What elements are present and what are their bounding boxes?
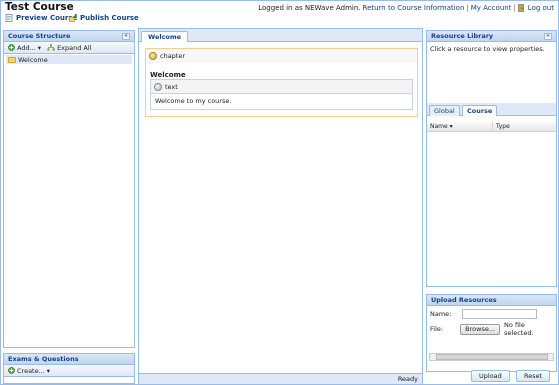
resource-properties-message: Click a resource to view properties.: [430, 45, 545, 53]
horizontal-scrollbar[interactable]: [429, 353, 554, 361]
exams-questions-title: Exams & Questions: [8, 355, 79, 363]
course-tree: Welcome: [4, 54, 134, 65]
text-type-label: text: [165, 82, 178, 91]
chapter-title: Welcome: [150, 71, 186, 79]
resource-tab-strip: Global Course: [427, 103, 556, 116]
file-row: File: Browse... No file selected.: [427, 320, 556, 338]
chapter-header: chapter: [146, 49, 417, 63]
resource-library-title: Resource Library: [431, 32, 494, 40]
folder-icon: [8, 56, 16, 63]
preview-course-button[interactable]: Preview Course: [5, 14, 77, 22]
editor-panel: Welcome chapter Welcome text Welcome to …: [138, 28, 423, 385]
exams-toolbar: Create... ▾: [4, 365, 134, 377]
text-icon: [154, 82, 162, 91]
exams-questions-header: Exams & Questions: [4, 354, 134, 365]
logout-icon: [517, 4, 524, 12]
app-header: Test Course Preview Course Publish Cours…: [1, 1, 558, 27]
status-text: Ready: [397, 375, 418, 383]
dropdown-arrow-icon: ▾: [37, 43, 42, 52]
course-structure-title: Course Structure: [8, 32, 71, 40]
create-button[interactable]: Create... ▾: [8, 367, 50, 375]
type-column-header[interactable]: Type: [493, 122, 513, 131]
tree-item-label: Welcome: [18, 55, 48, 64]
collapse-right-button[interactable]: »: [544, 32, 552, 40]
course-structure-header: Course Structure «: [4, 31, 134, 42]
user-bar: Logged in as NEWave Admin. Return to Cou…: [258, 4, 554, 12]
preview-icon: [5, 14, 13, 22]
collapse-left-button[interactable]: «: [122, 32, 130, 40]
create-label: Create...: [17, 366, 45, 375]
logged-in-text: Logged in as NEWave Admin.: [258, 4, 361, 12]
tab-course[interactable]: Course: [461, 105, 498, 116]
exams-questions-panel: Exams & Questions Create... ▾: [3, 353, 135, 384]
logout-link[interactable]: Log out: [528, 4, 554, 12]
publish-course-button[interactable]: Publish Course: [69, 14, 139, 22]
text-block-body: Welcome to my course.: [155, 97, 232, 105]
publish-course-label: Publish Course: [80, 14, 139, 22]
file-label: File:: [430, 325, 444, 333]
editor-tab-strip: Welcome: [139, 29, 422, 42]
my-account-link[interactable]: My Account: [471, 4, 512, 12]
upload-resources-header: Upload Resources: [427, 295, 556, 306]
add-button[interactable]: Add... ▾: [8, 44, 41, 52]
name-row: Name:: [427, 308, 556, 320]
course-structure-panel: Course Structure « Add... ▾ Expand All W…: [3, 30, 135, 348]
resource-library-header: Resource Library »: [427, 31, 556, 42]
publish-icon: [69, 14, 77, 22]
create-icon: [8, 367, 15, 374]
upload-button[interactable]: Upload: [471, 370, 510, 382]
upload-resources-title: Upload Resources: [431, 296, 497, 304]
return-to-course-info-link[interactable]: Return to Course Information: [363, 4, 465, 12]
chapter-icon: [149, 52, 157, 60]
status-bar: Ready: [139, 373, 422, 384]
tab-global[interactable]: Global: [429, 105, 460, 116]
course-structure-toolbar: Add... ▾ Expand All: [4, 42, 134, 54]
name-column-header[interactable]: Name ▾: [427, 122, 493, 131]
expand-tree-icon: [47, 44, 55, 51]
add-label: Add...: [17, 43, 36, 52]
resource-library-panel: Resource Library » Click a resource to v…: [426, 30, 557, 287]
upload-resources-panel: Upload Resources Name: File: Browse... N…: [426, 294, 557, 372]
expand-all-label: Expand All: [57, 43, 92, 52]
reset-button[interactable]: Reset: [516, 370, 551, 382]
name-label: Name:: [430, 310, 452, 318]
tab-welcome[interactable]: Welcome: [141, 31, 189, 42]
page-title: Test Course: [5, 1, 74, 13]
text-block-header: text: [151, 80, 412, 94]
text-block[interactable]: text Welcome to my course.: [150, 79, 413, 110]
name-input[interactable]: [462, 309, 537, 319]
browse-button[interactable]: Browse...: [460, 323, 501, 335]
scrollbar-thumb[interactable]: [436, 354, 548, 360]
tree-item-welcome[interactable]: Welcome: [6, 55, 132, 64]
expand-all-button[interactable]: Expand All: [47, 43, 92, 52]
separator: |: [513, 4, 516, 12]
chapter-type-label: chapter: [160, 52, 186, 60]
dropdown-arrow-icon: ▾: [46, 366, 51, 375]
file-status: No file selected.: [504, 321, 534, 337]
add-icon: [8, 44, 15, 51]
separator: |: [466, 4, 469, 12]
chapter-block[interactable]: chapter Welcome text Welcome to my cours…: [145, 48, 418, 117]
resource-grid-header: Name ▾ Type: [427, 122, 556, 132]
sort-desc-icon: ▾: [449, 123, 453, 130]
